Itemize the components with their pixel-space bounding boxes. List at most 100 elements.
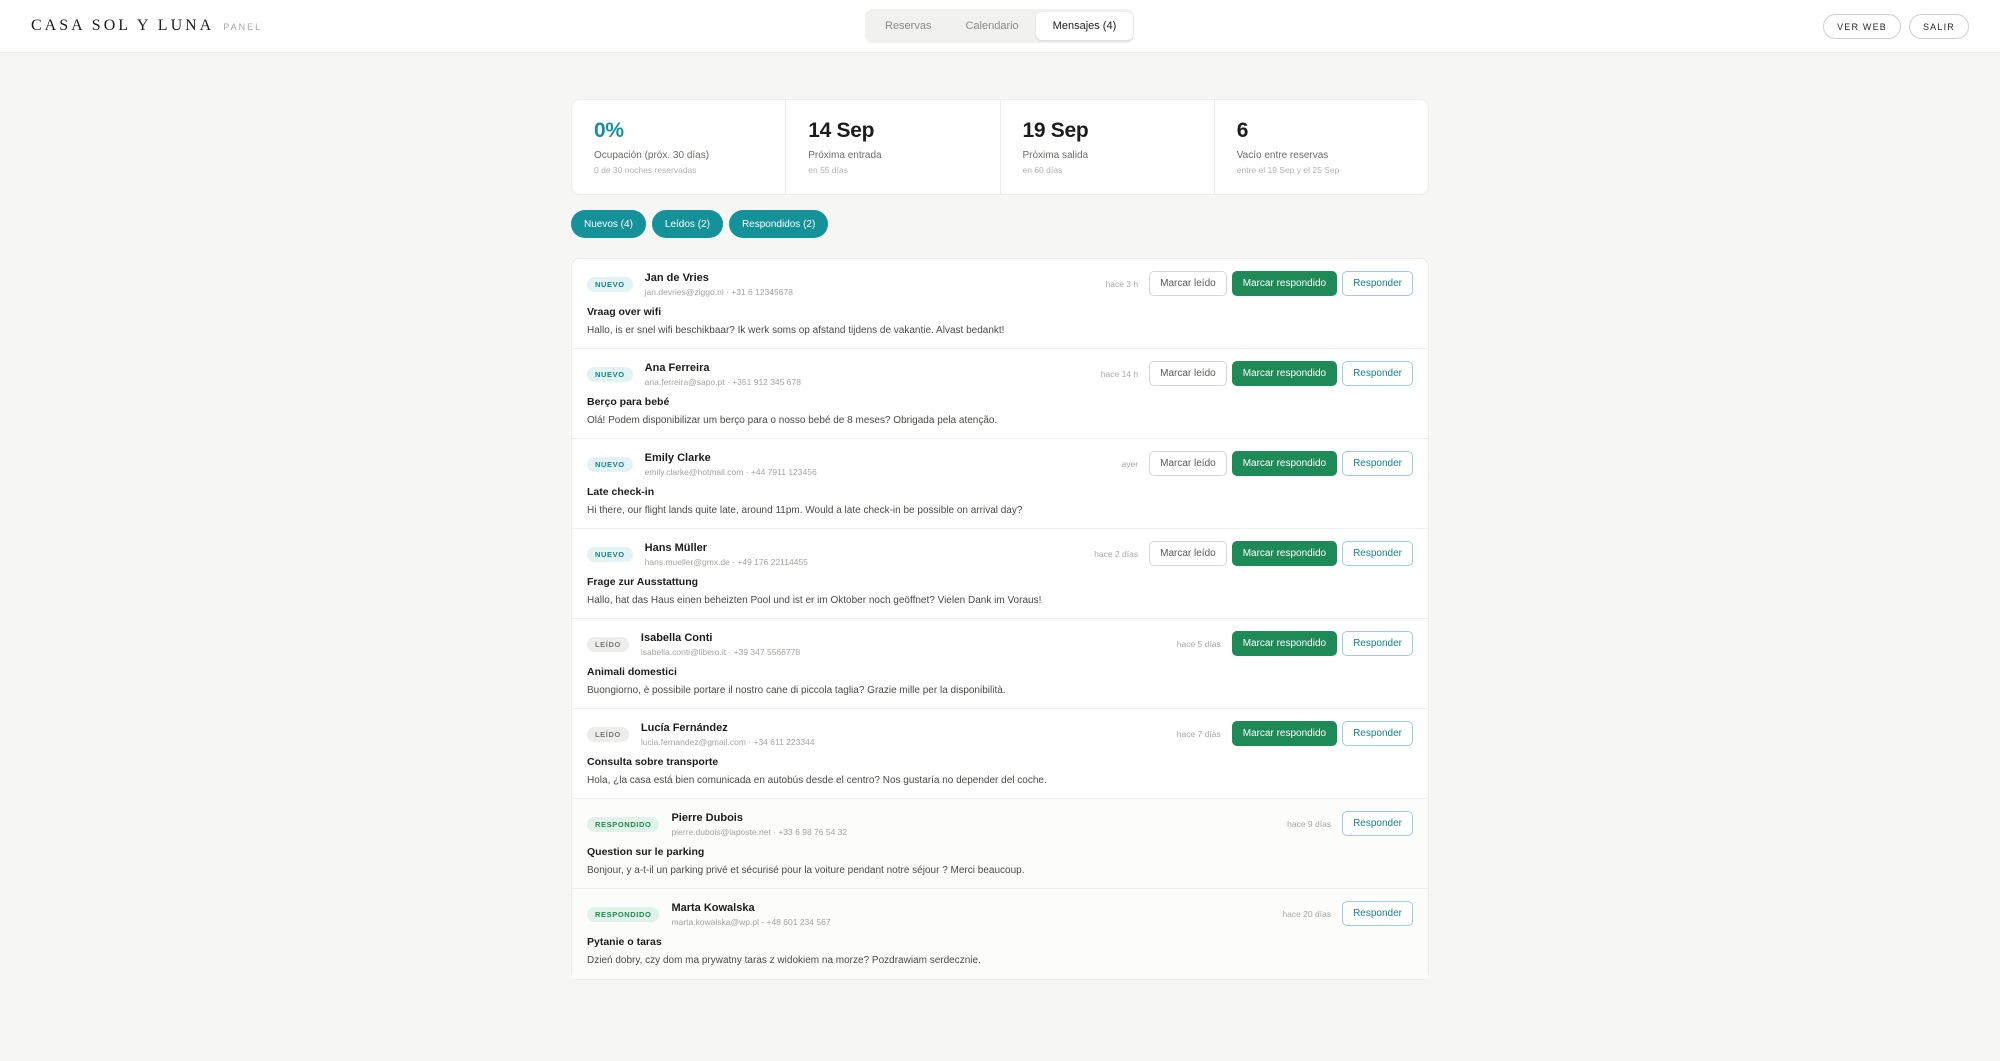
- reply-button[interactable]: Responder: [1342, 361, 1413, 386]
- main-content: 0% Ocupación (próx. 30 días) 0 de 30 noc…: [571, 99, 1429, 980]
- message-row[interactable]: RESPONDIDO Marta Kowalska marta.kowalska…: [572, 889, 1428, 979]
- view-web-button[interactable]: VER WEB: [1823, 14, 1901, 39]
- sender-name: Jan de Vries: [644, 272, 709, 284]
- message-row[interactable]: RESPONDIDO Pierre Dubois pierre.dubois@l…: [572, 799, 1428, 889]
- message-body: Hi there, our flight lands quite late, a…: [587, 505, 1023, 516]
- stat-value: 0%: [594, 119, 624, 142]
- message-time: ayer: [1121, 458, 1139, 469]
- reply-button[interactable]: Responder: [1342, 451, 1413, 476]
- message-time: hace 9 días: [1287, 818, 1332, 829]
- message-body: Hola, ¿la casa está bien comunicada en a…: [587, 775, 1047, 786]
- message-time: hace 14 h: [1100, 368, 1139, 379]
- message-time: hace 2 días: [1094, 548, 1139, 559]
- tab-calendario[interactable]: Calendario: [948, 12, 1035, 40]
- mark-read-button[interactable]: Marcar leído: [1149, 361, 1227, 386]
- message-time: hace 20 días: [1282, 908, 1332, 919]
- sender-contact: pierre.dubois@laposte.net · +33 6 98 76 …: [671, 827, 848, 837]
- message-row[interactable]: NUEVO Emily Clarke emily.clarke@hotmail.…: [572, 439, 1428, 529]
- tab-reservas[interactable]: Reservas: [868, 12, 948, 40]
- mark-responded-button[interactable]: Marcar respondido: [1231, 721, 1338, 746]
- brand[interactable]: CASA SOL Y LUNA PANEL: [31, 17, 262, 35]
- message-row[interactable]: LEÍDO Isabella Conti isabella.conti@libe…: [572, 619, 1428, 709]
- sender-contact: isabella.conti@libero.it · +39 347 55667…: [640, 647, 801, 657]
- sender-name: Lucía Fernández: [640, 722, 728, 734]
- row-actions: hace 9 días Responder: [1287, 811, 1413, 836]
- status-badge: LEÍDO: [587, 637, 629, 652]
- header-actions: VER WEB SALIR: [1823, 14, 1969, 39]
- main-nav: Reservas Calendario Mensajes (4): [865, 9, 1134, 43]
- message-subject: Pytanie o taras: [587, 936, 662, 948]
- stat-label: Ocupación (próx. 30 días): [594, 150, 710, 161]
- sender-contact: emily.clarke@hotmail.com · +44 7911 1234…: [644, 467, 817, 477]
- reply-button[interactable]: Responder: [1342, 901, 1413, 926]
- top-bar: CASA SOL Y LUNA PANEL Reservas Calendari…: [0, 0, 2000, 53]
- stat-sub: entre el 19 Sep y el 25 Sep: [1236, 165, 1340, 175]
- row-actions: hace 5 días Marcar respondido Responder: [1177, 631, 1413, 656]
- mark-responded-button[interactable]: Marcar respondido: [1231, 271, 1338, 296]
- mark-read-button[interactable]: Marcar leído: [1149, 541, 1227, 566]
- reply-button[interactable]: Responder: [1342, 631, 1413, 656]
- status-badge: LEÍDO: [587, 727, 629, 742]
- mark-responded-button[interactable]: Marcar respondido: [1231, 631, 1338, 656]
- message-subject: Late check-in: [587, 486, 655, 498]
- stat-sub: en 60 días: [1022, 165, 1063, 175]
- sender-name: Hans Müller: [644, 542, 708, 554]
- stat-value: 19 Sep: [1022, 119, 1089, 142]
- message-row[interactable]: NUEVO Jan de Vries jan.devries@ziggo.nl …: [572, 259, 1428, 349]
- stat-next-checkout: 19 Sep Próxima salida en 60 días: [1001, 100, 1215, 194]
- message-subject: Vraag over wifi: [587, 306, 662, 318]
- mark-responded-button[interactable]: Marcar respondido: [1231, 361, 1338, 386]
- status-badge: RESPONDIDO: [587, 907, 660, 922]
- row-actions: hace 20 días Responder: [1282, 901, 1413, 926]
- message-row[interactable]: NUEVO Ana Ferreira ana.ferreira@sapo.pt …: [572, 349, 1428, 439]
- sender-contact: lucia.fernandez@gmail.com · +34 611 2233…: [640, 737, 815, 747]
- message-list: NUEVO Jan de Vries jan.devries@ziggo.nl …: [571, 258, 1429, 980]
- message-row[interactable]: LEÍDO Lucía Fernández lucia.fernandez@gm…: [572, 709, 1428, 799]
- message-filters: Nuevos (4) Leídos (2) Respondidos (2): [571, 210, 1429, 238]
- mark-read-button[interactable]: Marcar leído: [1149, 451, 1227, 476]
- mark-responded-button[interactable]: Marcar respondido: [1231, 451, 1338, 476]
- message-subject: Consulta sobre transporte: [587, 756, 719, 768]
- brand-name: CASA SOL Y LUNA: [31, 17, 215, 34]
- message-row[interactable]: NUEVO Hans Müller hans.mueller@gmx.de · …: [572, 529, 1428, 619]
- status-badge: NUEVO: [587, 367, 633, 382]
- status-badge: NUEVO: [587, 547, 633, 562]
- sender-contact: ana.ferreira@sapo.pt · +351 912 345 678: [644, 377, 801, 387]
- row-actions: hace 2 días Marcar leído Marcar respondi…: [1094, 541, 1413, 566]
- sender-name: Ana Ferreira: [644, 362, 710, 374]
- logout-button[interactable]: SALIR: [1908, 14, 1969, 39]
- row-actions: ayer Marcar leído Marcar respondido Resp…: [1122, 451, 1413, 476]
- stat-sub: en 55 días: [808, 165, 848, 175]
- message-time: hace 5 días: [1176, 638, 1221, 649]
- message-body: Hallo, is er snel wifi beschikbaar? Ik w…: [587, 325, 1005, 336]
- mark-responded-button[interactable]: Marcar respondido: [1231, 541, 1338, 566]
- reply-button[interactable]: Responder: [1342, 541, 1413, 566]
- reply-button[interactable]: Responder: [1342, 811, 1413, 836]
- status-badge: RESPONDIDO: [587, 817, 660, 832]
- sender-contact: jan.devries@ziggo.nl · +31 6 12345678: [644, 287, 793, 297]
- row-actions: hace 14 h Marcar leído Marcar respondido…: [1101, 361, 1413, 386]
- stats-panel: 0% Ocupación (próx. 30 días) 0 de 30 noc…: [571, 99, 1429, 195]
- message-body: Hallo, hat das Haus einen beheizten Pool…: [587, 595, 1042, 606]
- stat-sub: 0 de 30 noches reservadas: [594, 165, 697, 175]
- sender-name: Pierre Dubois: [671, 812, 743, 824]
- filter-new[interactable]: Nuevos (4): [571, 210, 646, 238]
- stat-occupancy: 0% Ocupación (próx. 30 días) 0 de 30 noc…: [572, 100, 787, 194]
- stat-label: Vacío entre reservas: [1236, 150, 1329, 161]
- tab-mensajes[interactable]: Mensajes (4): [1035, 12, 1134, 40]
- filter-read[interactable]: Leídos (2): [651, 210, 723, 238]
- status-badge: NUEVO: [587, 457, 633, 472]
- filter-responded[interactable]: Respondidos (2): [728, 210, 829, 238]
- message-body: Dzień dobry, czy dom ma prywatny taras z…: [587, 955, 981, 966]
- reply-button[interactable]: Responder: [1342, 721, 1413, 746]
- stat-value: 14 Sep: [808, 119, 875, 142]
- row-actions: hace 7 días Marcar respondido Responder: [1177, 721, 1413, 746]
- stat-next-checkin: 14 Sep Próxima entrada en 55 días: [786, 100, 1001, 194]
- stat-label: Próxima entrada: [808, 150, 882, 161]
- brand-subtitle: PANEL: [223, 22, 263, 32]
- mark-read-button[interactable]: Marcar leído: [1149, 271, 1227, 296]
- sender-contact: hans.mueller@gmx.de · +49 176 22114455: [644, 557, 808, 567]
- sender-name: Emily Clarke: [644, 452, 711, 464]
- stat-gap: 6 Vacío entre reservas entre el 19 Sep y…: [1215, 100, 1428, 194]
- reply-button[interactable]: Responder: [1342, 271, 1413, 296]
